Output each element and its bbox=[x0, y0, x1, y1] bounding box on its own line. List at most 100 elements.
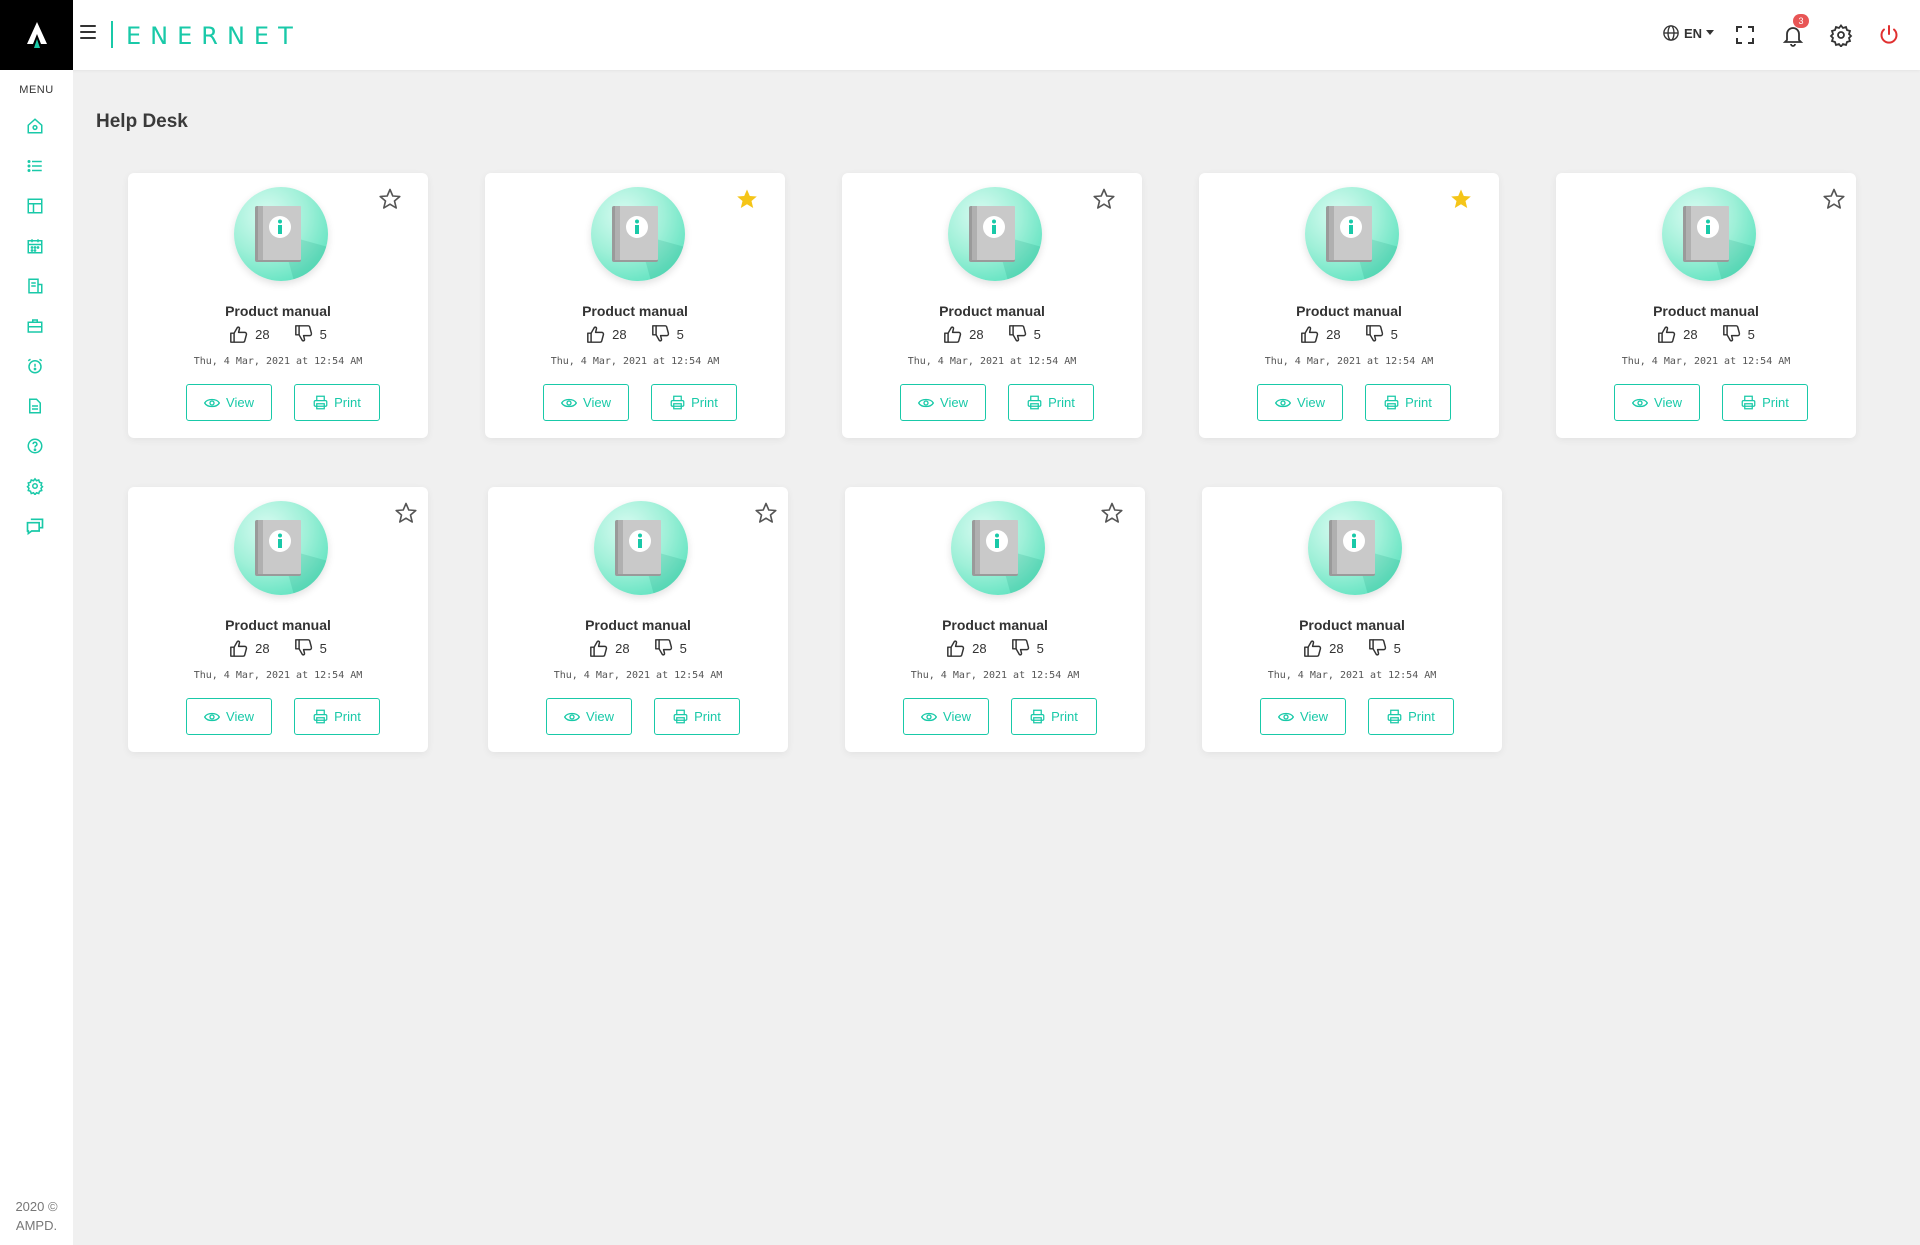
settings-button[interactable] bbox=[1829, 23, 1853, 48]
like-button[interactable]: 28 bbox=[589, 639, 630, 657]
view-button[interactable]: View bbox=[186, 384, 272, 421]
print-button[interactable]: Print bbox=[1368, 698, 1454, 735]
like-button[interactable]: 28 bbox=[1657, 325, 1698, 343]
favorite-toggle[interactable] bbox=[735, 187, 759, 211]
globe-icon bbox=[1663, 25, 1679, 41]
chat-icon bbox=[26, 518, 44, 536]
manual-card: Product manual 28 5 Thu, 4 Mar, 2021 at 12:… bbox=[845, 487, 1145, 752]
view-button[interactable]: View bbox=[186, 698, 272, 735]
sidebar-item-notes[interactable] bbox=[25, 276, 45, 296]
printer-icon bbox=[1384, 395, 1399, 410]
card-date: Thu, 4 Mar, 2021 at 12:54 AM bbox=[1267, 670, 1437, 681]
sidebar-item-calendar[interactable] bbox=[25, 236, 45, 256]
like-button[interactable]: 28 bbox=[1300, 325, 1341, 343]
print-button[interactable]: Print bbox=[654, 698, 740, 735]
sidebar-item-home[interactable] bbox=[25, 116, 45, 136]
dislike-button[interactable]: 5 bbox=[294, 639, 327, 657]
sidebar-item-jobs[interactable] bbox=[25, 316, 45, 336]
sidebar-item-documents[interactable] bbox=[25, 396, 45, 416]
fullscreen-button[interactable] bbox=[1733, 23, 1757, 47]
view-button[interactable]: View bbox=[1260, 698, 1346, 735]
dislike-button[interactable]: 5 bbox=[1011, 639, 1044, 657]
dislike-button[interactable]: 5 bbox=[1368, 639, 1401, 657]
printer-icon bbox=[1030, 709, 1045, 724]
like-button[interactable]: 28 bbox=[943, 325, 984, 343]
dislike-count: 5 bbox=[1747, 326, 1755, 342]
favorite-toggle[interactable] bbox=[1100, 501, 1124, 525]
dislike-button[interactable]: 5 bbox=[1365, 325, 1398, 343]
manual-thumbnail bbox=[234, 187, 328, 281]
view-button[interactable]: View bbox=[1257, 384, 1343, 421]
card-title: Product manual bbox=[1653, 303, 1759, 319]
favorite-toggle[interactable] bbox=[378, 187, 402, 211]
hamburger-menu-button[interactable] bbox=[80, 25, 96, 41]
print-button[interactable]: Print bbox=[294, 698, 380, 735]
logo[interactable] bbox=[0, 0, 73, 70]
layout-icon bbox=[27, 198, 43, 214]
dislike-button[interactable]: 5 bbox=[654, 639, 687, 657]
notifications-button[interactable]: 3 bbox=[1781, 14, 1809, 47]
manual-thumbnail bbox=[234, 501, 328, 595]
sidebar-item-chat[interactable] bbox=[25, 516, 45, 536]
view-button[interactable]: View bbox=[900, 384, 986, 421]
view-button-label: View bbox=[943, 709, 971, 724]
print-button[interactable]: Print bbox=[1008, 384, 1094, 421]
like-count: 28 bbox=[255, 640, 270, 656]
favorite-toggle[interactable] bbox=[754, 501, 778, 525]
view-button-label: View bbox=[583, 395, 611, 410]
print-button[interactable]: Print bbox=[294, 384, 380, 421]
sidebar-item-list[interactable] bbox=[25, 156, 45, 176]
card-date: Thu, 4 Mar, 2021 at 12:54 AM bbox=[553, 670, 723, 681]
manual-card: Product manual 28 5 Thu, 4 Mar, 2021 at 12:… bbox=[1202, 487, 1502, 752]
dislike-button[interactable]: 5 bbox=[1008, 325, 1041, 343]
manual-thumbnail bbox=[1305, 187, 1399, 281]
like-count: 28 bbox=[1326, 326, 1341, 342]
like-button[interactable]: 28 bbox=[1303, 639, 1344, 657]
dislike-button[interactable]: 5 bbox=[651, 325, 684, 343]
logout-button[interactable] bbox=[1877, 23, 1901, 47]
document-edit-icon bbox=[28, 278, 43, 294]
favorite-toggle[interactable] bbox=[1822, 187, 1846, 211]
like-button[interactable]: 28 bbox=[229, 325, 270, 343]
thumbs-up-icon bbox=[1658, 326, 1676, 343]
print-button[interactable]: Print bbox=[1722, 384, 1808, 421]
like-button[interactable]: 28 bbox=[229, 639, 270, 657]
card-title: Product manual bbox=[1296, 303, 1402, 319]
like-count: 28 bbox=[972, 640, 987, 656]
favorite-toggle[interactable] bbox=[394, 501, 418, 525]
view-button[interactable]: View bbox=[1614, 384, 1700, 421]
print-button[interactable]: Print bbox=[1365, 384, 1451, 421]
thumbs-down-icon bbox=[294, 325, 312, 342]
sidebar-item-help[interactable] bbox=[25, 436, 45, 456]
like-count: 28 bbox=[1329, 640, 1344, 656]
print-button-label: Print bbox=[1405, 395, 1432, 410]
card-date: Thu, 4 Mar, 2021 at 12:54 AM bbox=[1264, 356, 1434, 367]
manual-book-icon bbox=[255, 206, 328, 281]
language-selector[interactable]: EN bbox=[1662, 24, 1715, 42]
eye-icon bbox=[204, 712, 221, 721]
print-button-label: Print bbox=[1048, 395, 1075, 410]
view-button-label: View bbox=[1297, 395, 1325, 410]
print-button[interactable]: Print bbox=[1011, 698, 1097, 735]
view-button[interactable]: View bbox=[543, 384, 629, 421]
sidebar-item-alarms[interactable] bbox=[25, 356, 45, 376]
sidebar-item-settings[interactable] bbox=[25, 476, 45, 496]
eye-icon bbox=[1275, 398, 1292, 407]
card-title: Product manual bbox=[585, 617, 691, 633]
view-button[interactable]: View bbox=[546, 698, 632, 735]
dislike-button[interactable]: 5 bbox=[1722, 325, 1755, 343]
star-filled-icon bbox=[1451, 189, 1471, 208]
dislike-count: 5 bbox=[319, 640, 327, 656]
sidebar-item-layout[interactable] bbox=[25, 196, 45, 216]
card-title: Product manual bbox=[939, 303, 1045, 319]
like-button[interactable]: 28 bbox=[586, 325, 627, 343]
thumbs-down-icon bbox=[1365, 325, 1383, 342]
favorite-toggle[interactable] bbox=[1449, 187, 1473, 211]
dislike-button[interactable]: 5 bbox=[294, 325, 327, 343]
thumbs-up-icon bbox=[230, 326, 248, 343]
favorite-toggle[interactable] bbox=[1092, 187, 1116, 211]
card-title: Product manual bbox=[942, 617, 1048, 633]
like-button[interactable]: 28 bbox=[946, 639, 987, 657]
print-button[interactable]: Print bbox=[651, 384, 737, 421]
view-button[interactable]: View bbox=[903, 698, 989, 735]
